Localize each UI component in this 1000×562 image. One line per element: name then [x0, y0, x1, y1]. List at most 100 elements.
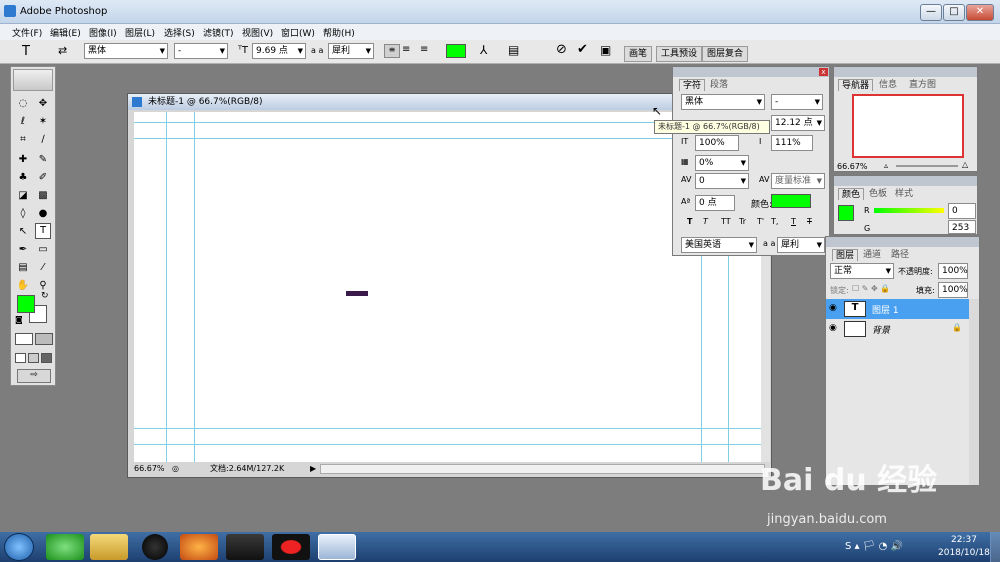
eraser-tool-icon[interactable]: ◪ [15, 189, 31, 203]
clock-time[interactable]: 22:37 [951, 535, 977, 545]
menu-filter[interactable]: 滤镜(T) [203, 26, 234, 39]
taskbar-firefox-icon[interactable] [180, 534, 218, 560]
char-font-style-select[interactable]: - [771, 94, 823, 110]
text-color-swatch[interactable] [446, 44, 466, 58]
zoom-value[interactable]: 66.67% [134, 462, 165, 476]
kerning-mode-select[interactable]: 度量标准 [771, 173, 825, 189]
lasso-tool-icon[interactable]: ℓ [15, 115, 31, 129]
kerning-field[interactable]: 0 [695, 173, 749, 189]
quickmask-mode-icon[interactable] [35, 333, 53, 345]
start-button[interactable] [4, 533, 34, 561]
palettes-icon[interactable]: ▤ [508, 43, 519, 57]
menu-window[interactable]: 窗口(W) [281, 26, 315, 39]
menu-layer[interactable]: 图层(L) [125, 26, 155, 39]
g-value-field[interactable]: 253 [948, 220, 976, 234]
subscript-button[interactable]: T, [771, 217, 778, 226]
standard-mode-icon[interactable] [15, 333, 33, 345]
visibility-eye-icon[interactable]: ◉ [829, 303, 837, 313]
file-browser-icon[interactable]: ▣ [600, 43, 611, 57]
tab-channels[interactable]: 通道 [860, 249, 884, 261]
commit-icon[interactable]: ✔ [577, 42, 588, 57]
underline-button[interactable]: T [791, 217, 796, 226]
menu-edit[interactable]: 编辑(E) [50, 26, 81, 39]
close-button[interactable]: ✕ [966, 4, 994, 21]
taskbar-video-icon[interactable] [226, 534, 264, 560]
menu-view[interactable]: 视图(V) [242, 26, 273, 39]
status-menu-arrow-icon[interactable]: ▶ [310, 462, 316, 476]
r-slider[interactable] [874, 208, 944, 213]
type-tool-icon[interactable]: T [35, 223, 51, 239]
char-font-family-select[interactable]: 黑体 [681, 94, 765, 110]
zoom-slider[interactable] [896, 165, 958, 167]
align-center-icon[interactable]: ≡ [402, 44, 410, 55]
tab-layer-comps[interactable]: 图层复合 [702, 46, 749, 62]
char-antialias-select[interactable]: 犀利 [777, 237, 825, 253]
healing-brush-icon[interactable]: ✚ [15, 153, 31, 167]
align-right-icon[interactable]: ≡ [420, 44, 428, 55]
taskbar-photoshop-icon[interactable] [318, 534, 356, 560]
cancel-icon[interactable]: ⊘ [556, 42, 567, 57]
magic-wand-icon[interactable]: ✶ [35, 115, 51, 129]
default-colors-icon[interactable]: ◙ [15, 315, 23, 324]
tab-character[interactable]: 字符 [679, 79, 706, 91]
guide[interactable] [134, 428, 761, 429]
screen-mode-full-menu-icon[interactable] [28, 353, 39, 363]
char-color-swatch[interactable] [771, 194, 811, 208]
blur-tool-icon[interactable]: ◊ [15, 207, 31, 221]
color-panel-fg-swatch[interactable] [838, 205, 854, 221]
minimize-button[interactable]: — [920, 4, 942, 21]
jump-to-imageready-icon[interactable]: ⇨ [17, 369, 51, 383]
canvas[interactable] [134, 112, 761, 462]
lock-icons[interactable]: ☐ ✎ ✥ 🔒 [852, 284, 890, 293]
layer-row-background[interactable]: ◉ 背景 🔒 [826, 319, 969, 339]
menu-image[interactable]: 图像(I) [89, 26, 117, 39]
shape-tool-icon[interactable]: ▭ [35, 243, 51, 257]
small-caps-button[interactable]: Tr [739, 217, 746, 226]
align-left-icon[interactable]: ≡ [384, 44, 400, 58]
visibility-eye-icon[interactable]: ◉ [829, 323, 837, 333]
strikethrough-button[interactable]: T [807, 217, 812, 226]
menu-help[interactable]: 帮助(H) [323, 26, 355, 39]
notes-tool-icon[interactable]: ▤ [15, 261, 31, 275]
tab-color[interactable]: 颜色 [838, 188, 865, 200]
tab-brushes[interactable]: 画笔 [624, 46, 653, 62]
swap-colors-icon[interactable]: ↻ [41, 291, 49, 301]
menu-select[interactable]: 选择(S) [164, 26, 195, 39]
screen-mode-full-icon[interactable] [41, 353, 52, 363]
zoom-in-icon[interactable]: △ [962, 160, 968, 169]
opacity-field[interactable]: 100% [938, 263, 968, 279]
tab-styles[interactable]: 样式 [892, 188, 916, 200]
panel-title-bar[interactable] [834, 67, 977, 77]
leading-field[interactable]: 12.12 点 [771, 115, 825, 131]
navigator-zoom[interactable]: 66.67% [837, 162, 868, 171]
font-family-select[interactable]: 黑体 [84, 43, 168, 59]
horizontal-scale-field[interactable]: 111% [771, 135, 813, 151]
text-tool-icon[interactable]: T [22, 44, 30, 59]
panel-title-bar[interactable] [834, 176, 977, 186]
blend-mode-select[interactable]: 正常 [830, 263, 894, 279]
guide[interactable] [134, 138, 761, 139]
layer-row-text[interactable]: ◉ T 图层 1 [826, 299, 969, 319]
taskbar-browser-icon[interactable] [46, 534, 84, 560]
font-style-select[interactable]: - [174, 43, 228, 59]
tab-paragraph[interactable]: 段落 [707, 79, 731, 91]
horizontal-scrollbar[interactable] [320, 464, 765, 474]
guide[interactable] [194, 112, 195, 462]
taskbar-explorer-icon[interactable] [90, 534, 128, 560]
gradient-tool-icon[interactable]: ▩ [35, 189, 51, 203]
tab-layers[interactable]: 图层 [832, 249, 859, 261]
zoom-out-icon[interactable]: ▵ [884, 161, 888, 170]
orientation-icon[interactable]: ⇄ [58, 44, 67, 57]
hand-tool-icon[interactable]: ✋ [15, 279, 31, 293]
faux-italic-button[interactable]: T [703, 217, 708, 226]
superscript-button[interactable]: T' [757, 217, 764, 226]
clone-stamp-icon[interactable]: ♣ [15, 171, 31, 185]
menu-file[interactable]: 文件(F) [12, 26, 42, 39]
marquee-tool-icon[interactable]: ◌ [15, 97, 31, 111]
slice-tool-icon[interactable]: ∕ [35, 133, 51, 147]
foreground-color-swatch[interactable] [17, 295, 35, 313]
panel-title-bar[interactable] [826, 237, 979, 247]
tracking-pct-field[interactable]: 0% [695, 155, 749, 171]
maximize-button[interactable]: □ [943, 4, 965, 21]
font-size-field[interactable]: 9.69 点 [252, 43, 306, 59]
